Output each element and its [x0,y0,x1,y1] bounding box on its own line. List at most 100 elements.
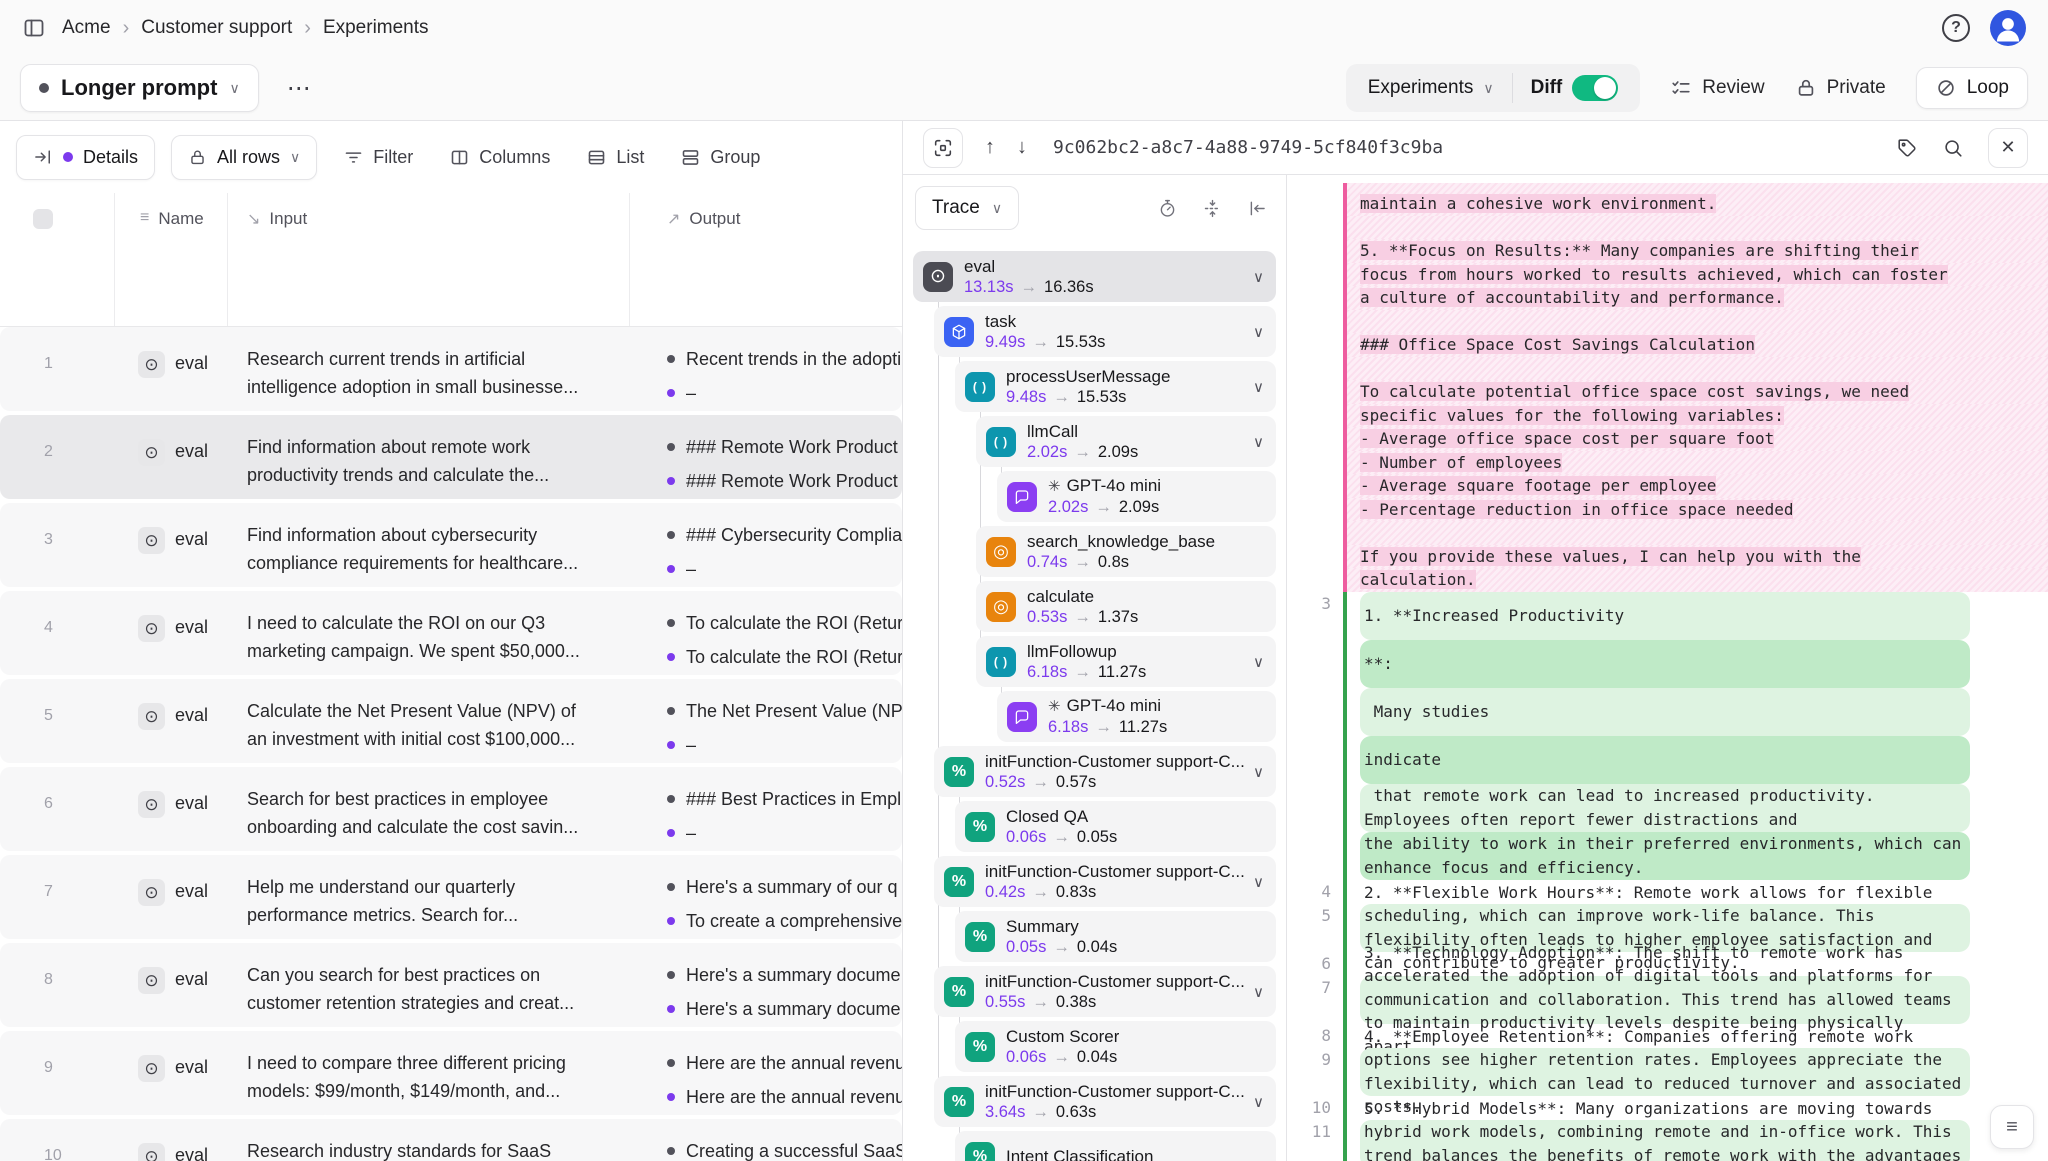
trace-node-intent-classification[interactable]: %Intent Classification [955,1131,1276,1161]
chevron-down-icon[interactable]: ∨ [1245,653,1264,671]
timer-icon[interactable] [1157,198,1178,219]
table-row[interactable]: 6⊙evalSearch for best practices in emplo… [0,767,902,851]
compare-output-bullet [667,477,675,485]
table-row[interactable]: 9⊙evalI need to compare three different … [0,1031,902,1115]
trace-node-llmfollowup[interactable]: ( )llmFollowup6.18s→11.27s∨ [976,636,1276,687]
chevron-down-icon[interactable]: ∨ [1245,323,1264,341]
trace-node-initfunction-customer-support-c-[interactable]: %initFunction-Customer support-C...3.64s… [934,1076,1276,1127]
diff-toggle[interactable] [1572,75,1618,101]
trace-node-calculate[interactable]: ◎calculate0.53s→1.37s [976,581,1276,632]
previous-row-button[interactable]: ↑ [985,136,995,159]
trace-node-eval[interactable]: ⊙eval13.13s→16.36s∨ [913,251,1276,302]
trace-node-task[interactable]: task9.49s→15.53s∨ [934,306,1276,357]
trace-node-gpt-4o-mini[interactable]: ✳GPT-4o mini6.18s→11.27s [997,691,1276,742]
more-menu-button[interactable]: ⋯ [277,68,323,109]
span-durations: 0.53s→1.37s [1027,607,1138,628]
trace-node-llmcall[interactable]: ( )llmCall2.02s→2.09s∨ [976,416,1276,467]
row-number: 10 [0,1119,115,1161]
close-icon: ✕ [2000,137,2015,158]
details-button[interactable]: Details [16,135,155,180]
select-all-checkbox[interactable] [33,209,53,229]
input-cell: Research current trends in artificialint… [228,327,630,411]
diff-added-line: 94. **Employee Retention**: Companies of… [1287,1048,2048,1096]
collapse-left-icon[interactable] [1247,198,1268,219]
group-button[interactable]: Group [670,147,770,168]
row-number: 9 [0,1031,115,1115]
chevron-down-icon[interactable]: ∨ [1245,873,1264,891]
trace-node-initfunction-customer-support-c-[interactable]: %initFunction-Customer support-C...0.42s… [934,856,1276,907]
outline-toggle-button[interactable]: ≡ [1990,1105,2034,1149]
close-panel-button[interactable]: ✕ [1988,128,2028,168]
sidebar-toggle-icon[interactable] [22,16,46,40]
line-number: 10 [1287,1096,1343,1120]
chevron-down-icon[interactable]: ∨ [1245,378,1264,396]
all-rows-filter-button[interactable]: All rows ∨ [171,135,317,180]
breadcrumb-separator: › [123,17,130,40]
columns-button[interactable]: Columns [439,147,560,168]
experiment-table-pane: Details All rows ∨ Filter [0,121,902,1161]
table-row[interactable]: 8⊙evalCan you search for best practices … [0,943,902,1027]
row-name: eval [175,791,208,814]
trace-node-closed-qa[interactable]: %Closed QA0.06s→0.05s [955,801,1276,852]
line-number: 7 [1287,976,1343,1024]
line-number: 3 [1287,592,1343,880]
row-name: eval [175,879,208,902]
tag-icon[interactable] [1896,137,1918,159]
experiments-dropdown[interactable]: Experiments ∨ [1350,77,1512,99]
private-button[interactable]: Private [1795,77,1886,99]
table-row[interactable]: 1⊙evalResearch current trends in artific… [0,327,902,411]
breadcrumb-project[interactable]: Customer support [141,17,292,39]
chevron-down-icon[interactable]: ∨ [1245,433,1264,451]
table-row[interactable]: 5⊙evalCalculate the Net Present Value (N… [0,679,902,763]
trace-node-custom-scorer[interactable]: %Custom Scorer0.06s→0.04s [955,1021,1276,1072]
base-output-bullet [667,971,675,979]
table-row[interactable]: 2⊙evalFind information about remote work… [0,415,902,499]
trace-node-initfunction-customer-support-c-[interactable]: %initFunction-Customer support-C...0.52s… [934,746,1276,797]
experiment-selector[interactable]: Longer prompt ∨ [20,64,259,112]
trace-node-processusermessage[interactable]: ( )processUserMessage9.48s→15.53s∨ [955,361,1276,412]
output-cell: ### Cybersecurity Complia– [630,503,902,587]
trace-node-gpt-4o-mini[interactable]: ✳GPT-4o mini2.02s→2.09s [997,471,1276,522]
review-button[interactable]: Review [1670,77,1764,99]
table-row[interactable]: 7⊙evalHelp me understand our quarterlype… [0,855,902,939]
line-number: 11 [1287,1120,1343,1161]
base-output-bullet [667,531,675,539]
search-icon[interactable] [1942,137,1964,159]
span-name: task [985,311,1105,332]
trace-node-search-knowledge-base[interactable]: ◎search_knowledge_base0.74s→0.8s [976,526,1276,577]
list-icon [586,147,607,168]
base-output-bullet [667,707,675,715]
breadcrumb-org[interactable]: Acme [62,17,111,39]
next-row-button[interactable]: ↓ [1017,136,1027,159]
collapse-vertical-icon[interactable] [1202,198,1223,219]
trace-view-dropdown[interactable]: Trace ∨ [915,186,1019,230]
output-text: The Net Present Value (NP [686,701,902,722]
column-header-input[interactable]: ↘Input [228,193,630,326]
trace-node-initfunction-customer-support-c-[interactable]: %initFunction-Customer support-C...0.55s… [934,966,1276,1017]
toggle-knob [1594,77,1616,99]
name-cell: ⊙eval [115,943,228,1027]
loop-button[interactable]: Loop [1916,67,2028,109]
output-cell: To calculate the ROI (ReturTo calculate … [630,591,902,675]
line-number: 9 [1287,1048,1343,1096]
chevron-down-icon[interactable]: ∨ [1245,268,1264,286]
breadcrumb-page[interactable]: Experiments [323,17,429,39]
column-header-output[interactable]: ↗Output [630,193,902,326]
focus-expand-button[interactable] [923,128,963,168]
help-icon[interactable]: ? [1942,14,1970,42]
chevron-down-icon[interactable]: ∨ [1245,983,1264,1001]
eval-icon: ⊙ [138,439,165,466]
eval-icon: ⊙ [138,967,165,994]
avatar[interactable] [1990,10,2026,46]
trace-node-summary[interactable]: %Summary0.05s→0.04s [955,911,1276,962]
span-durations: 13.13s→16.36s [964,277,1094,298]
chevron-down-icon[interactable]: ∨ [1245,763,1264,781]
filter-button[interactable]: Filter [333,147,423,168]
chevron-down-icon[interactable]: ∨ [1245,1093,1264,1111]
table-row[interactable]: 3⊙evalFind information about cybersecuri… [0,503,902,587]
table-row[interactable]: 4⊙evalI need to calculate the ROI on our… [0,591,902,675]
table-row[interactable]: 10⊙evalResearch industry standards for S… [0,1119,902,1161]
span-durations: 9.48s→15.53s [1006,387,1170,408]
list-button[interactable]: List [576,147,654,168]
column-header-name[interactable]: ≡Name [115,193,228,326]
